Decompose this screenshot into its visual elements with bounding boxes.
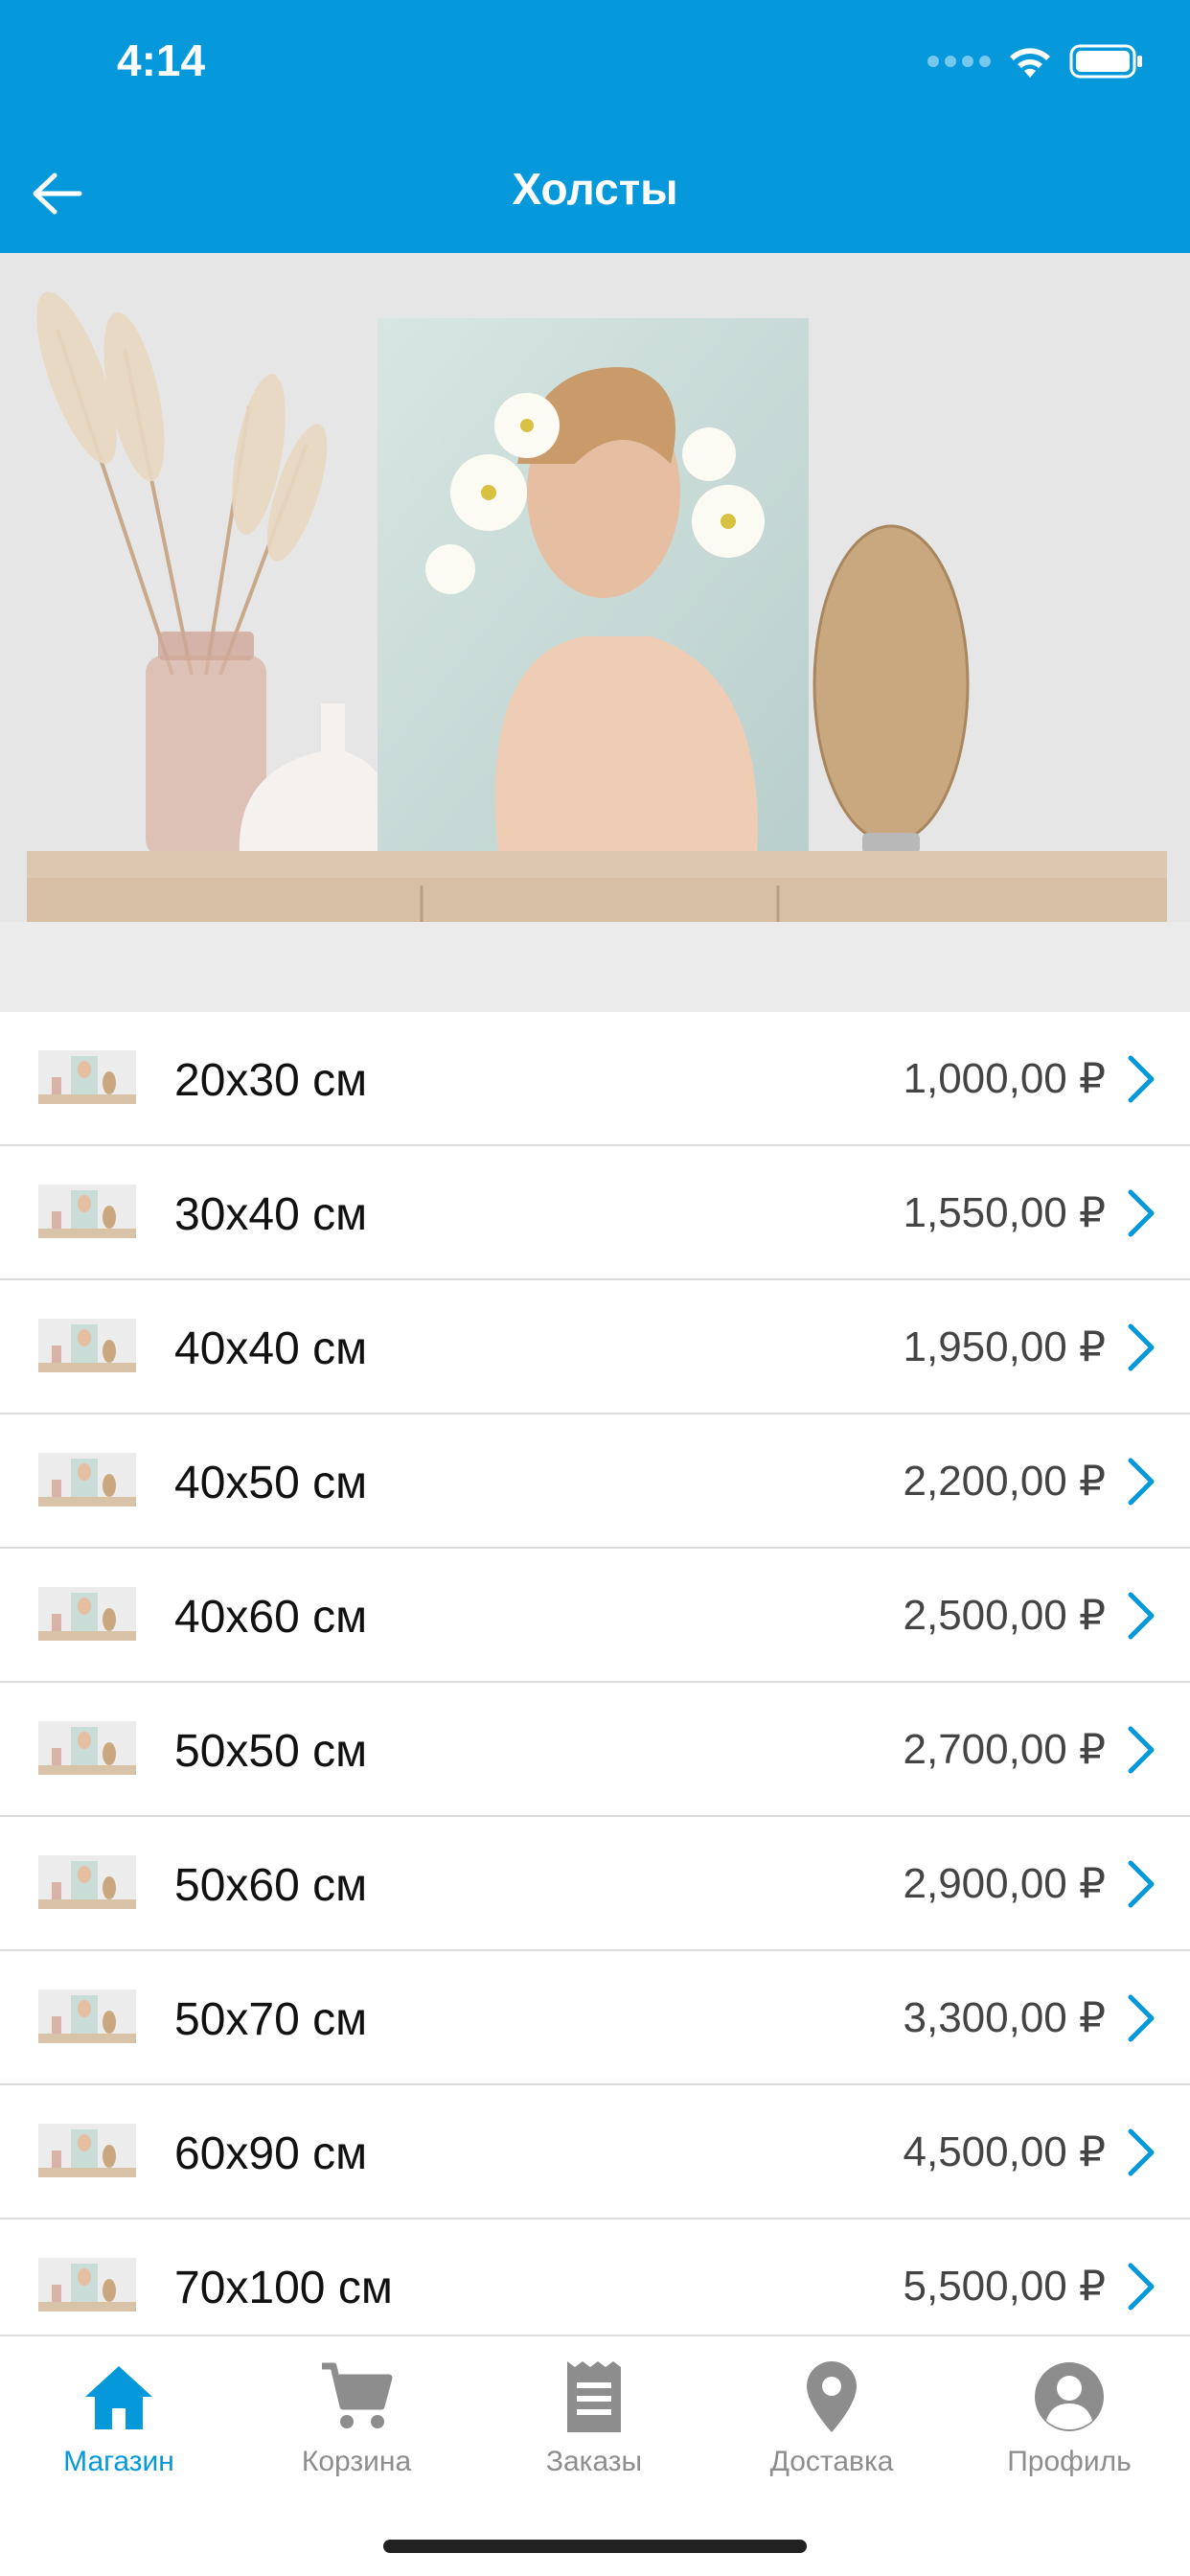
cart-icon (313, 2354, 400, 2440)
list-item[interactable]: 60x90 см 4,500,00 ₽ (0, 2085, 1190, 2220)
canvas-thumbnail (38, 1990, 136, 2043)
tab-label: Доставка (769, 2446, 894, 2477)
price-label: 1,000,00 ₽ (903, 1055, 1107, 1102)
price-label: 2,500,00 ₽ (903, 1592, 1107, 1639)
chevron-right-icon (1127, 1457, 1156, 1506)
size-label: 40x40 см (174, 1323, 368, 1374)
list-item[interactable]: 50x70 см 3,300,00 ₽ (0, 1951, 1190, 2085)
size-label: 30x40 см (174, 1189, 368, 1240)
canvas-thumbnail (38, 1319, 136, 1372)
size-label: 60x90 см (174, 2128, 368, 2179)
canvas-thumbnail (38, 2258, 136, 2312)
signal-icon (927, 56, 991, 67)
list-item[interactable]: 40x50 см 2,200,00 ₽ (0, 1414, 1190, 1549)
price-label: 2,700,00 ₽ (903, 1726, 1107, 1773)
tab-profile[interactable]: Профиль (950, 2354, 1188, 2478)
header: 4:14 Холсты (0, 0, 1190, 253)
hero-image (0, 253, 1190, 1012)
location-pin-icon (789, 2354, 875, 2440)
size-label: 50x50 см (174, 1726, 368, 1777)
chevron-right-icon (1127, 1859, 1156, 1909)
tab-orders[interactable]: Заказы (475, 2354, 713, 2478)
wifi-icon (1010, 48, 1050, 78)
tab-label: Профиль (1007, 2446, 1132, 2477)
size-label: 40x60 см (174, 1592, 368, 1643)
status-icons (927, 42, 1144, 80)
price-label: 2,900,00 ₽ (903, 1860, 1107, 1907)
status-time: 4:14 (117, 35, 206, 85)
size-label: 70x100 см (174, 2263, 393, 2313)
size-list: 20x30 см 1,000,00 ₽ 30x40 см 1,550,00 ₽ 40x4… (0, 1012, 1190, 2334)
tab-bar: Магазин Корзина Заказы Доставка Профиль (0, 2334, 1190, 2576)
list-item[interactable]: 20x30 см 1,000,00 ₽ (0, 1012, 1190, 1146)
chevron-right-icon (1127, 1591, 1156, 1641)
size-label: 50x60 см (174, 1860, 368, 1911)
home-indicator[interactable] (383, 2540, 807, 2553)
list-item[interactable]: 50x60 см 2,900,00 ₽ (0, 1817, 1190, 1951)
size-label: 50x70 см (174, 1994, 368, 2045)
canvas-thumbnail (38, 1587, 136, 1641)
chevron-right-icon (1127, 1993, 1156, 2043)
size-label: 20x30 см (174, 1055, 368, 1106)
price-label: 2,200,00 ₽ (903, 1458, 1107, 1505)
price-label: 3,300,00 ₽ (903, 1994, 1107, 2041)
battery-icon (1069, 44, 1142, 79)
profile-icon (1026, 2354, 1112, 2440)
price-label: 1,950,00 ₽ (903, 1323, 1107, 1370)
price-label: 5,500,00 ₽ (903, 2263, 1107, 2310)
chevron-right-icon (1127, 1054, 1156, 1104)
price-label: 1,550,00 ₽ (903, 1189, 1107, 1236)
list-item[interactable]: 70x100 см 5,500,00 ₽ (0, 2220, 1190, 2334)
tab-shop[interactable]: Магазин (0, 2354, 238, 2478)
page-title: Холсты (512, 164, 678, 214)
chevron-right-icon (1127, 1725, 1156, 1775)
home-icon (76, 2354, 162, 2440)
hero-spacer (0, 922, 1190, 1012)
canvas-thumbnail (38, 1050, 136, 1104)
chevron-right-icon (1127, 2128, 1156, 2177)
list-item[interactable]: 30x40 см 1,550,00 ₽ (0, 1146, 1190, 1280)
tab-label: Корзина (301, 2446, 412, 2477)
size-label: 40x50 см (174, 1458, 368, 1508)
list-item[interactable]: 40x60 см 2,500,00 ₽ (0, 1549, 1190, 1683)
tab-delivery[interactable]: Доставка (713, 2354, 950, 2478)
list-item[interactable]: 40x40 см 1,950,00 ₽ (0, 1280, 1190, 1414)
chevron-right-icon (1127, 1188, 1156, 1238)
receipt-icon (551, 2354, 637, 2440)
tab-label: Магазин (63, 2446, 174, 2477)
canvas-thumbnail (38, 2124, 136, 2177)
tab-label: Заказы (545, 2446, 643, 2477)
list-item[interactable]: 50x50 см 2,700,00 ₽ (0, 1683, 1190, 1817)
canvas-thumbnail (38, 1855, 136, 1909)
tab-cart[interactable]: Корзина (238, 2354, 475, 2478)
chevron-right-icon (1127, 1322, 1156, 1372)
canvas-thumbnail (38, 1721, 136, 1775)
canvas-thumbnail (38, 1453, 136, 1506)
canvas-thumbnail (38, 1184, 136, 1238)
price-label: 4,500,00 ₽ (903, 2128, 1107, 2175)
chevron-right-icon (1127, 2262, 1156, 2312)
